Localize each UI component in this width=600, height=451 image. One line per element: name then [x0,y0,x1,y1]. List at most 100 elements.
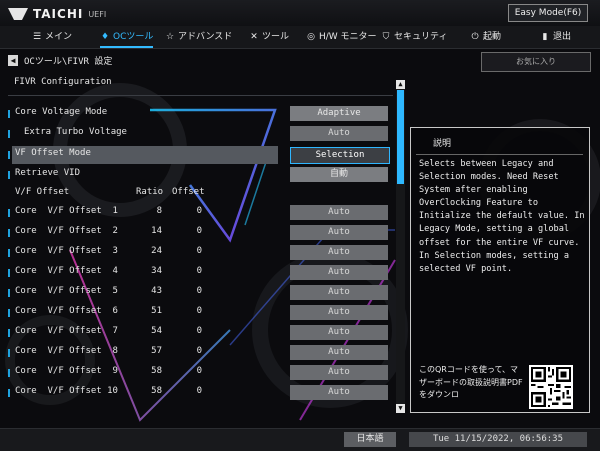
tab-oc-tools[interactable]: ♦ OCツール [100,26,154,48]
tab-label: 退出 [553,32,572,42]
setting-vf-offset-mode[interactable]: VF Offset Mode Selection [0,146,395,164]
vf-offset-row[interactable]: Core V/F Offset 8 57 0 Auto [0,344,395,362]
vf-ratio: 54 [151,326,162,336]
tab-hw-monitor[interactable]: ◎ H/W モニター [306,26,377,48]
vf-offset-row[interactable]: Core V/F Offset 6 51 0 Auto [0,304,395,322]
language-button[interactable]: 日本語 [344,432,396,447]
ratio-header: Ratio [136,187,164,197]
vf-ratio: 43 [151,286,162,296]
setting-extra-turbo-voltage[interactable]: Extra Turbo Voltage Auto [0,125,395,143]
vf-offset-value: 0 [196,366,202,376]
retrieve-vid-select[interactable]: 自動 [290,167,388,182]
power-icon: ⏻ [471,32,479,42]
vf-offset-input[interactable]: Auto [290,285,388,300]
vf-offset-row[interactable]: Core V/F Offset 2 14 0 Auto [0,224,395,242]
vf-offset-label: Core V/F Offset 5 [15,286,118,296]
setting-label: Retrieve VID [15,168,81,178]
section-title: FIVR Configuration [14,77,112,87]
tab-security[interactable]: ⛉ セキュリティ [381,26,448,48]
vf-offset-row[interactable]: Core V/F Offset 3 24 0 Auto [0,244,395,262]
vf-offset-label: Core V/F Offset 10 [15,386,118,396]
vf-ratio: 8 [156,206,162,216]
vf-ratio: 57 [151,346,162,356]
monitor-icon: ◎ [307,32,315,42]
tab-tools[interactable]: ✕ ツール [249,26,289,48]
vf-offset-input[interactable]: Auto [290,245,388,260]
vf-offset-mode-select[interactable]: Selection [290,147,390,164]
vf-offset-value: 0 [196,266,202,276]
vf-offset-row[interactable]: Core V/F Offset 7 54 0 Auto [0,324,395,342]
vf-ratio: 24 [151,246,162,256]
shield-icon: ⛉ [382,32,390,42]
qr-instructions: このQRコードを使って、マザーボードの取扱説明書PDFをダウンロ [419,365,523,399]
star-icon: ☆ [165,32,175,42]
tab-label: OCツール [113,32,154,42]
vf-offset-row[interactable]: Core V/F Offset 5 43 0 Auto [0,284,395,302]
row-bullet [8,151,10,159]
vf-ratio: 51 [151,306,162,316]
row-bullet [8,349,10,357]
tab-label: セキュリティ [394,32,448,42]
vf-offset-label: Core V/F Offset 6 [15,306,118,316]
settings-scrollbar[interactable]: ▲ ▼ [396,80,405,413]
vf-offset-row[interactable]: Core V/F Offset 4 34 0 Auto [0,264,395,282]
vf-offset-input[interactable]: Auto [290,265,388,280]
setting-label: VF Offset Mode [15,148,91,158]
brand-name: TAICHI [33,7,84,21]
vf-ratio: 58 [151,386,162,396]
vf-offset-label: Core V/F Offset 7 [15,326,118,336]
tab-boot[interactable]: ⏻ 起動 [470,26,501,48]
row-bullet [8,209,10,217]
vf-offset-value: 0 [196,286,202,296]
taichi-logo: TAICHI UEFI [8,7,106,21]
vf-offset-value: 0 [196,306,202,316]
exit-icon: ▮ [542,32,548,42]
vf-offset-row[interactable]: Core V/F Offset 10 58 0 Auto [0,384,395,402]
row-bullet [8,229,10,237]
top-bar: TAICHI UEFI Easy Mode(F6) [0,0,600,26]
vf-offset-input[interactable]: Auto [290,385,388,400]
row-bullet [8,269,10,277]
status-bar: 日本語 Tue 11/15/2022, 06:56:35 [0,428,600,451]
vf-offset-input[interactable]: Auto [290,325,388,340]
description-title: 説明 [433,139,452,149]
setting-retrieve-vid[interactable]: Retrieve VID 自動 [0,166,395,184]
vf-ratio: 14 [151,226,162,236]
vf-offset-input[interactable]: Auto [290,305,388,320]
easy-mode-button[interactable]: Easy Mode(F6) [508,4,588,22]
vf-table-header: V/F Offset Ratio Offset [0,185,395,203]
scroll-thumb[interactable] [397,90,404,184]
setting-label: Core Voltage Mode [15,107,108,117]
vf-offset-input[interactable]: Auto [290,225,388,240]
extra-turbo-voltage-input[interactable]: Auto [290,126,388,141]
scroll-up-icon[interactable]: ▲ [396,80,405,89]
main-nav: ☰ メイン ♦ OCツール ☆ アドバンスド ✕ ツール ◎ H/W モニター … [0,26,600,49]
favorites-button[interactable]: お気に入り [481,52,591,72]
system-datetime: Tue 11/15/2022, 06:56:35 [409,432,587,447]
section-divider [8,95,393,96]
vf-offset-row[interactable]: Core V/F Offset 1 8 0 Auto [0,204,395,222]
core-voltage-mode-select[interactable]: Adaptive [290,106,388,121]
description-divider [416,154,583,155]
vf-offset-value: 0 [196,346,202,356]
vf-ratio: 58 [151,366,162,376]
tab-advanced[interactable]: ☆ アドバンスド [165,26,232,48]
row-bullet [8,171,10,179]
tab-exit[interactable]: ▮ 退出 [540,26,572,48]
vf-offset-row[interactable]: Core V/F Offset 9 58 0 Auto [0,364,395,382]
tab-label: H/W モニター [319,32,377,42]
row-bullet [8,289,10,297]
back-arrow-icon[interactable]: ◀ [8,54,18,66]
setting-label: Extra Turbo Voltage [24,127,127,137]
vf-offset-label: Core V/F Offset 4 [15,266,118,276]
vf-offset-value: 0 [196,226,202,236]
setting-core-voltage-mode[interactable]: Core Voltage Mode Adaptive [0,105,395,123]
qr-code-icon [529,365,573,409]
tools-icon: ✕ [250,32,258,42]
vf-offset-input[interactable]: Auto [290,205,388,220]
vf-offset-input[interactable]: Auto [290,365,388,380]
scroll-down-icon[interactable]: ▼ [396,404,405,413]
tab-label: 起動 [483,32,502,42]
tab-main[interactable]: ☰ メイン [32,26,72,48]
vf-offset-input[interactable]: Auto [290,345,388,360]
